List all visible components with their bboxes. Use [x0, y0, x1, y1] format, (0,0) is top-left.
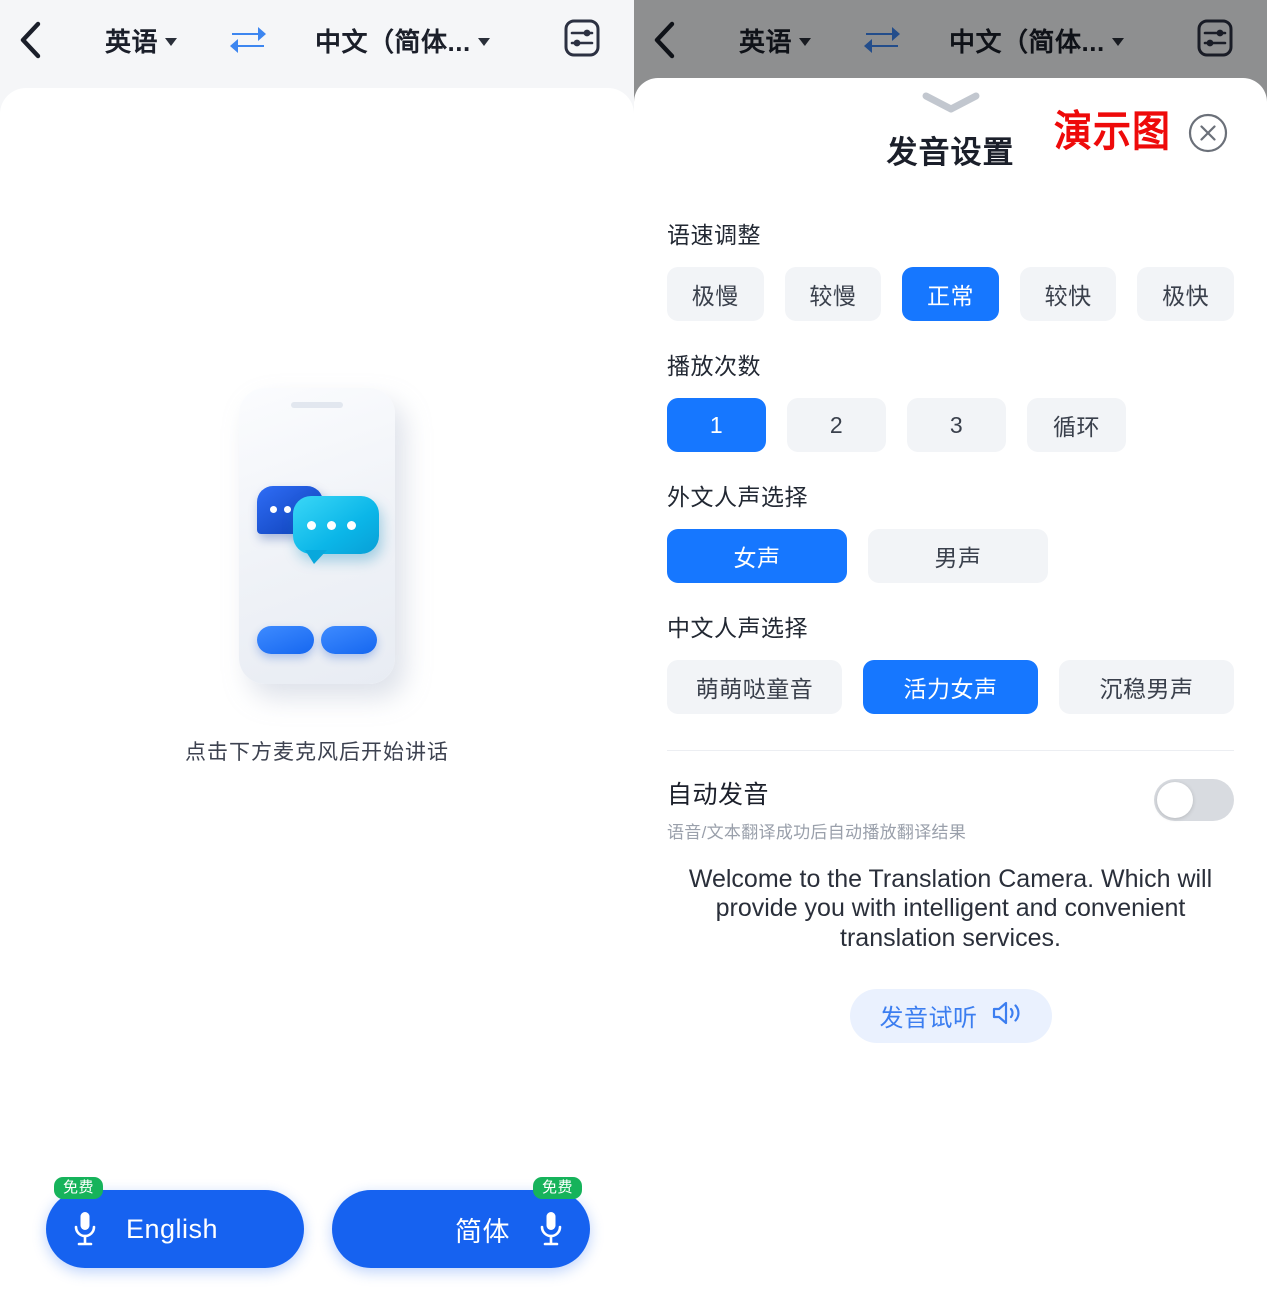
chevron-down-icon: [477, 38, 490, 46]
left-screen-voice-translate: 英语 中文（简体... 点击下方麦克风后开始讲话 免费 English 免费 简…: [0, 0, 634, 1308]
group-play-count: 播放次数 1 2 3 循环: [658, 347, 1243, 452]
group-title: 语速调整: [667, 222, 761, 248]
speaker-volume-icon: [990, 999, 1022, 1032]
dual-screen-comparison: 英语 中文（简体... 点击下方麦克风后开始讲话 免费 English 免费 简…: [0, 0, 1267, 1308]
page-title: 发音设置: [886, 135, 1015, 170]
preview-button-label: 发音试听: [879, 1005, 978, 1033]
mic-button-source[interactable]: 免费 English: [46, 1177, 304, 1268]
phone-chat-bubbles-illustration: [239, 388, 395, 684]
pronunciation-preview-button[interactable]: 发音试听: [849, 988, 1052, 1043]
foreign-voice-options: 女声 男声: [667, 529, 1234, 583]
preview-button-wrap: 发音试听: [658, 988, 1243, 1043]
group-title: 外文人声选择: [667, 484, 808, 510]
source-language-label: 英语: [105, 26, 159, 57]
sliders-settings-icon: [562, 18, 602, 63]
speech-speed-options: 极慢 较慢 正常 较快 极快: [667, 267, 1234, 321]
demo-watermark: 演示图: [1054, 109, 1172, 157]
group-speech-speed: 语速调整 极慢 较慢 正常 较快 极快: [658, 216, 1243, 321]
empty-state-hint: 点击下方麦克风后开始讲话: [185, 741, 449, 764]
microphone-icon: [534, 1209, 568, 1249]
auto-speak-toggle[interactable]: [1154, 779, 1234, 821]
back-chevron-icon: [17, 20, 43, 60]
group-title: 播放次数: [667, 353, 761, 379]
close-button[interactable]: [1187, 112, 1229, 154]
speed-option-extra-slow[interactable]: 极慢: [667, 267, 764, 321]
mic-button-target[interactable]: 免费 简体: [332, 1177, 590, 1268]
speed-option-slow[interactable]: 较慢: [784, 267, 882, 321]
free-badge: 免费: [54, 1177, 104, 1199]
microphone-icon: [68, 1209, 102, 1249]
phone-mini-buttons: [257, 626, 377, 654]
target-language-selector[interactable]: 中文（简体...: [315, 22, 490, 59]
toggle-knob: [1157, 782, 1193, 818]
mic-button-label: English: [126, 1213, 219, 1244]
group-title: 中文人声选择: [667, 615, 808, 641]
source-language-selector[interactable]: 英语: [105, 22, 178, 59]
speed-option-extra-fast[interactable]: 极快: [1137, 267, 1234, 321]
chinese-voice-child[interactable]: 萌萌哒童音: [667, 660, 842, 714]
auto-speak-row: 自动发音 语音/文本翻译成功后自动播放翻译结果: [658, 751, 1243, 843]
mic-button-row: 免费 English 免费 简体: [46, 1177, 590, 1268]
swap-languages-button[interactable]: [225, 20, 271, 60]
right-screen-pronunciation-settings: 英语 中文（简体... 发音设置 演示图 语速调整 极慢 较慢 正常 较快 极快…: [634, 0, 1267, 1308]
chinese-voice-female[interactable]: 活力女声: [863, 660, 1038, 714]
close-circle-icon: [1187, 113, 1229, 158]
back-button[interactable]: [0, 0, 60, 80]
speed-option-fast[interactable]: 较快: [1019, 267, 1117, 321]
left-app-header: 英语 中文（简体...: [0, 0, 634, 80]
play-count-option-1[interactable]: 1: [667, 398, 766, 452]
left-content-card: 点击下方麦克风后开始讲话 免费 English 免费 简体: [0, 88, 634, 1308]
chevron-down-icon: [165, 38, 178, 46]
sheet-header: 发音设置 演示图: [658, 78, 1243, 190]
group-chinese-voice: 中文人声选择 萌萌哒童音 活力女声 沉稳男声: [658, 609, 1243, 714]
chat-bubble-light-icon: [293, 496, 379, 564]
foreign-voice-female[interactable]: 女声: [667, 529, 847, 583]
target-language-label: 中文（简体...: [315, 26, 471, 57]
play-count-option-loop[interactable]: 循环: [1027, 398, 1126, 452]
mic-button-label: 简体: [455, 1216, 510, 1247]
auto-speak-title: 自动发音: [667, 781, 770, 809]
settings-button[interactable]: [560, 18, 604, 62]
play-count-option-3[interactable]: 3: [907, 398, 1006, 452]
chinese-voice-options: 萌萌哒童音 活力女声 沉稳男声: [667, 660, 1234, 714]
auto-speak-subtitle: 语音/文本翻译成功后自动播放翻译结果: [667, 823, 967, 842]
play-count-options: 1 2 3 循环: [667, 398, 1234, 452]
sample-text: Welcome to the Translation Camera. Which…: [688, 865, 1213, 952]
pronunciation-settings-sheet: 发音设置 演示图 语速调整 极慢 较慢 正常 较快 极快 播放次数 1 2 3 …: [634, 78, 1267, 1308]
group-foreign-voice: 外文人声选择 女声 男声: [658, 478, 1243, 583]
phone-notch-icon: [291, 402, 343, 408]
free-badge: 免费: [532, 1177, 582, 1199]
swap-arrows-icon: [228, 23, 268, 58]
speed-option-normal[interactable]: 正常: [902, 267, 999, 321]
play-count-option-2[interactable]: 2: [787, 398, 886, 452]
foreign-voice-male[interactable]: 男声: [868, 529, 1048, 583]
empty-state: 点击下方麦克风后开始讲话: [0, 388, 634, 766]
chinese-voice-male[interactable]: 沉稳男声: [1059, 660, 1234, 714]
auto-speak-text: 自动发音 语音/文本翻译成功后自动播放翻译结果: [667, 775, 966, 843]
chat-bubbles-icon: [257, 482, 379, 568]
